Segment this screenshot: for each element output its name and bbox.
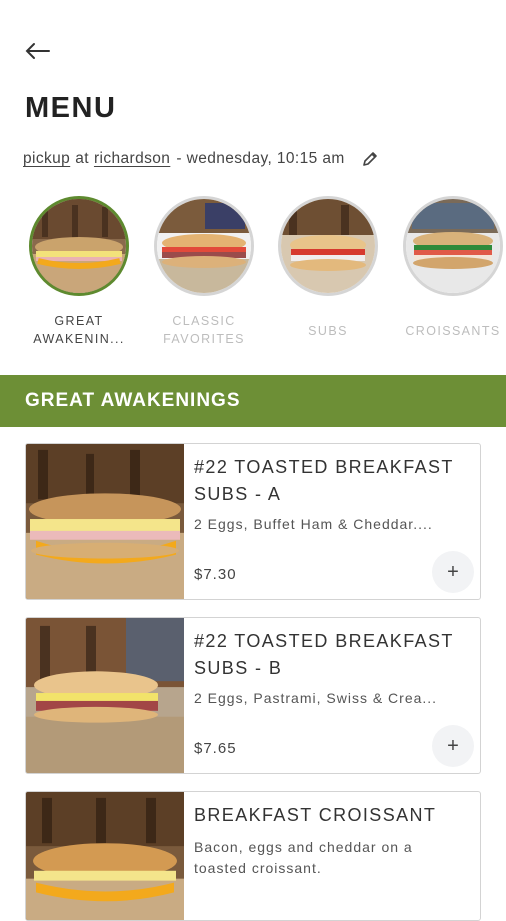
page-title: MENU bbox=[25, 92, 117, 124]
item-description: 2 Eggs, Buffet Ham & Cheddar.... bbox=[194, 516, 433, 532]
order-time: - wednesday, 10:15 am bbox=[176, 150, 345, 167]
menu-item-card[interactable]: #22 TOASTED BREAKFAST SUBS - B 2 Eggs, P… bbox=[25, 617, 481, 774]
sub-image bbox=[278, 196, 378, 296]
item-photo bbox=[26, 792, 184, 920]
plus-icon: + bbox=[447, 734, 459, 757]
item-price: $7.30 bbox=[194, 566, 237, 583]
item-description: Bacon, eggs and cheddar on a toasted cro… bbox=[194, 839, 413, 876]
category-croissants[interactable]: CROISSANTS bbox=[393, 196, 506, 340]
category-carousel[interactable]: GREAT AWAKENIN... CLASSIC FAVORITES SUBS… bbox=[0, 196, 506, 356]
add-button[interactable]: + bbox=[432, 551, 474, 593]
breakfast-sub-image bbox=[29, 196, 129, 296]
plus-icon: + bbox=[447, 560, 459, 583]
category-label: CLASSIC FAVORITES bbox=[163, 314, 245, 346]
item-description: 2 Eggs, Pastrami, Swiss & Crea... bbox=[194, 690, 438, 706]
category-label: GREAT AWAKENIN... bbox=[33, 314, 125, 346]
croissant-image bbox=[403, 196, 503, 296]
category-label: SUBS bbox=[308, 324, 348, 338]
menu-item-card[interactable]: #22 TOASTED BREAKFAST SUBS - A 2 Eggs, B… bbox=[25, 443, 481, 600]
add-button[interactable]: + bbox=[432, 725, 474, 767]
item-price: $7.65 bbox=[194, 740, 237, 757]
category-subs[interactable]: SUBS bbox=[268, 196, 388, 340]
item-name: #22 TOASTED BREAKFAST SUBS - B bbox=[194, 631, 454, 678]
location-link[interactable]: richardson bbox=[94, 150, 170, 168]
item-name: BREAKFAST CROISSANT bbox=[194, 805, 437, 825]
menu-item-card[interactable]: BREAKFAST CROISSANT Bacon, eggs and ched… bbox=[25, 791, 481, 921]
category-classic-favorites[interactable]: CLASSIC FAVORITES bbox=[144, 196, 264, 348]
classic-sub-image bbox=[154, 196, 254, 296]
edit-icon[interactable] bbox=[362, 151, 378, 167]
item-photo bbox=[26, 618, 184, 773]
order-mode-link[interactable]: pickup bbox=[23, 150, 70, 168]
order-context: pickup at richardson - wednesday, 10:15 … bbox=[23, 150, 378, 168]
item-photo bbox=[26, 444, 184, 599]
context-at-text: at bbox=[75, 150, 89, 167]
item-name: #22 TOASTED BREAKFAST SUBS - A bbox=[194, 457, 454, 504]
section-header: GREAT AWAKENINGS bbox=[0, 375, 506, 427]
category-great-awakenings[interactable]: GREAT AWAKENIN... bbox=[19, 196, 139, 348]
category-label: CROISSANTS bbox=[405, 324, 501, 338]
back-button[interactable] bbox=[20, 36, 54, 66]
back-arrow-icon bbox=[25, 43, 50, 59]
